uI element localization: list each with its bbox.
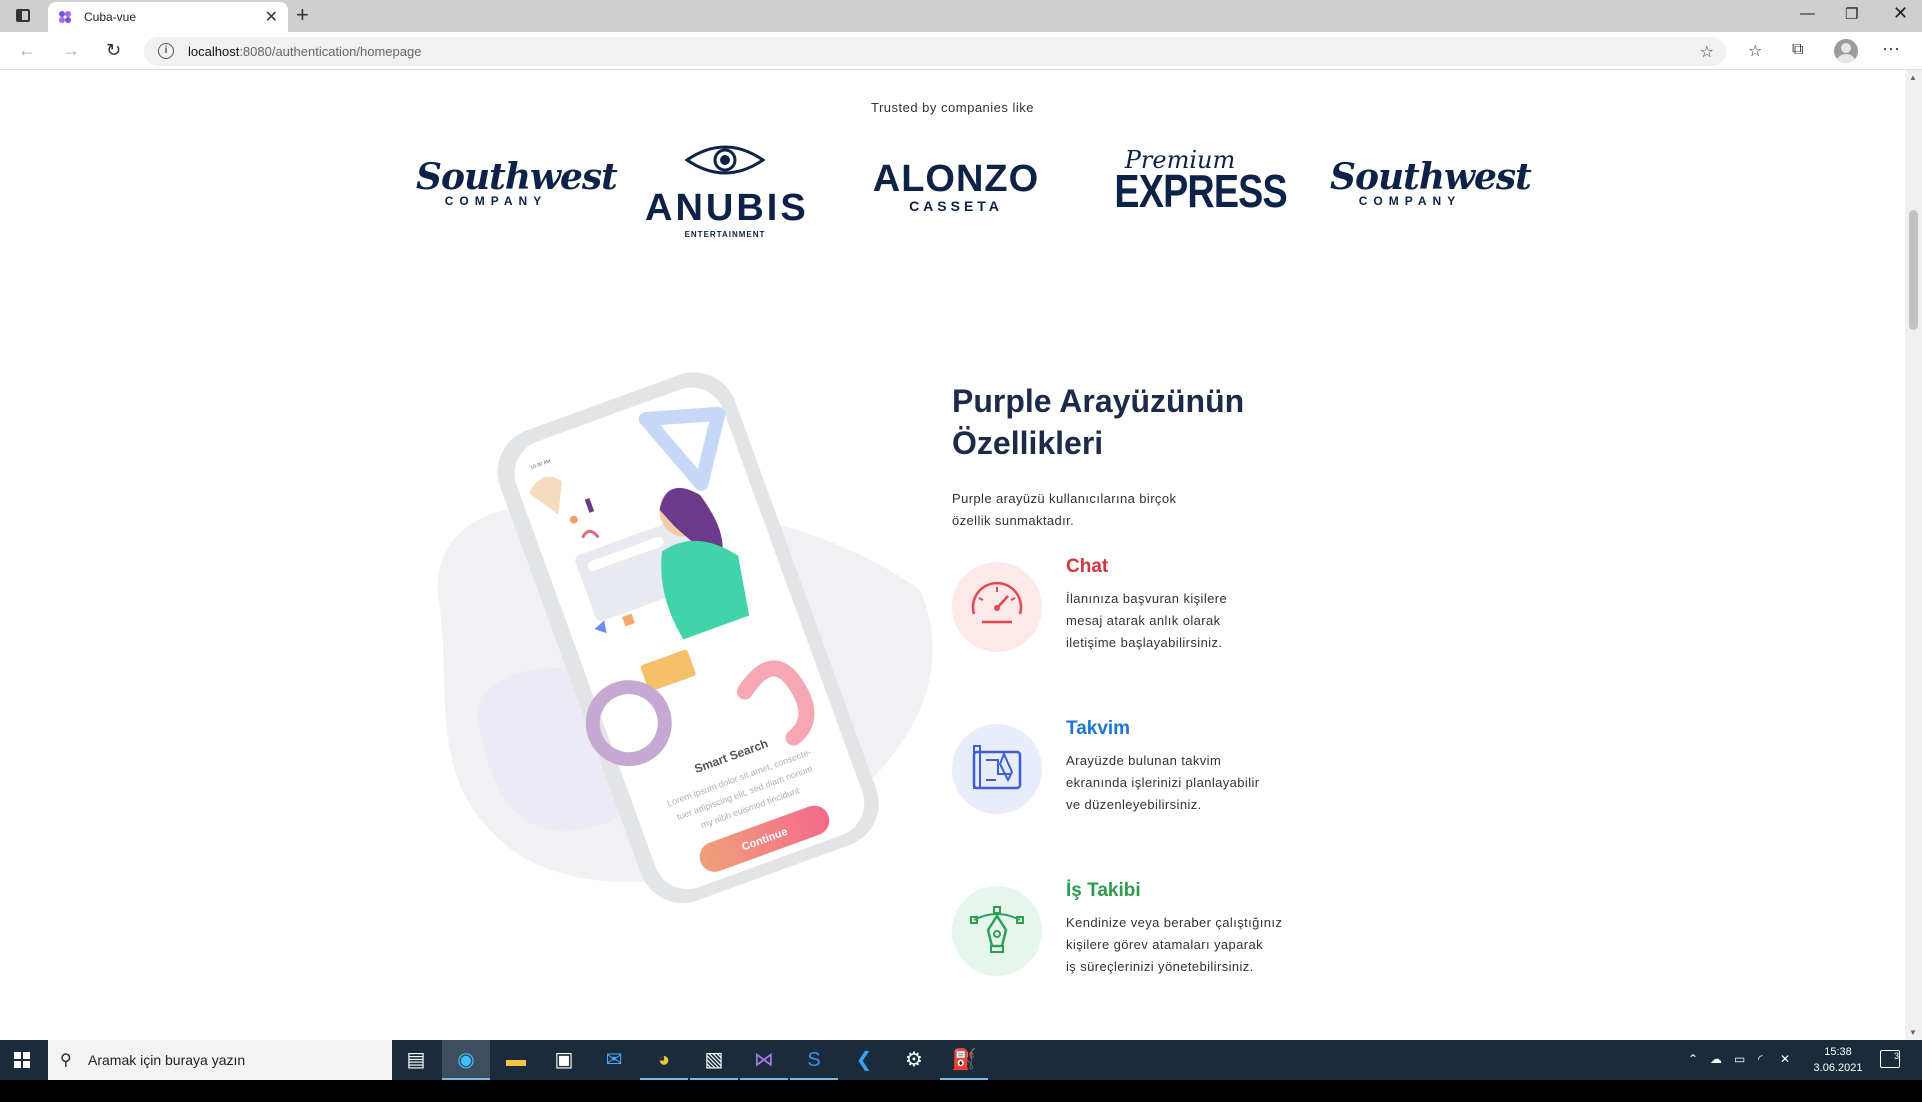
- phone-illustration-graphic: Smart Search Lorem ipsum dolor sit amet,…: [437, 372, 933, 903]
- express-logo-main: EXPRESS: [1114, 165, 1287, 217]
- features-title-line-1: Purple Arayüzünün: [952, 383, 1245, 419]
- feature-chat-text: İlanınıza başvuran kişilere mesaj atarak…: [1066, 588, 1316, 654]
- page-scrollbar[interactable]: ▲ ▼: [1905, 70, 1922, 1040]
- windows-taskbar: ⚲ Aramak için buraya yazın ▤ ◉ ▬ ▣ ✉ ◕ ▧…: [0, 1040, 1922, 1080]
- anubis-logo: ANUBIS ENTERTAINMENT: [645, 140, 809, 240]
- settings-icon[interactable]: ⚙: [890, 1040, 938, 1080]
- anubis-logo-sub: ENTERTAINMENT: [684, 230, 766, 239]
- clock-time: 15:38: [1824, 1046, 1852, 1058]
- scroll-thumb[interactable]: [1909, 210, 1918, 330]
- notification-center-icon[interactable]: 3: [1880, 1050, 1900, 1068]
- feature-calendar: Takvim Arayüzde bulunan takvim ekranında…: [952, 718, 1352, 834]
- features-desc-line-2: özellik sunmaktadır.: [952, 513, 1075, 528]
- tab-actions-icon[interactable]: [16, 9, 30, 22]
- taskbar-search[interactable]: ⚲ Aramak için buraya yazın: [48, 1040, 392, 1080]
- visual-studio-icon[interactable]: ⋈: [740, 1040, 788, 1080]
- features-desc-line-1: Purple arayüzü kullanıcılarına birçok: [952, 491, 1177, 506]
- task-view-icon[interactable]: ▤: [392, 1040, 440, 1080]
- vscode-icon[interactable]: ❮: [840, 1040, 888, 1080]
- blueprint-icon: [952, 724, 1042, 814]
- express-logo: Premium EXPRESS: [1100, 140, 1287, 240]
- url-path: :8080/authentication/homepage: [239, 44, 422, 59]
- tray-chevron-icon[interactable]: ⌃: [1688, 1052, 1698, 1066]
- close-window-button[interactable]: ✕: [1893, 3, 1908, 24]
- southwest-logo-2-main: Southwest: [1330, 156, 1532, 198]
- feature-chat-line-1: İlanınıza başvuran kişilere: [1066, 591, 1228, 606]
- speedometer-icon: [952, 562, 1042, 652]
- feature-tracking-line-1: Kendinize veya beraber çalıştığınız: [1066, 915, 1283, 930]
- alonzo-logo: ALONZO CASSETA: [871, 140, 1041, 240]
- chrome-icon[interactable]: ◕: [640, 1040, 688, 1080]
- feature-chat-line-2: mesaj atarak anlık olarak: [1066, 613, 1221, 628]
- screen-bottom-edge: [0, 1080, 1922, 1102]
- feature-calendar-line-3: ve düzenleyebilirsiniz.: [1066, 797, 1202, 812]
- feature-calendar-line-2: ekranında işlerinizi planlayabilir: [1066, 775, 1260, 790]
- address-toolbar: ← → ↻ i localhost:8080/authentication/ho…: [0, 32, 1922, 70]
- add-favorite-icon[interactable]: ☆: [1700, 42, 1714, 62]
- favorites-icon[interactable]: ☆: [1748, 41, 1762, 61]
- eye-icon: [684, 145, 766, 175]
- feature-calendar-text: Arayüzde bulunan takvim ekranında işleri…: [1066, 750, 1316, 816]
- feature-calendar-title: Takvim: [1066, 718, 1131, 739]
- trusted-label: Trusted by companies like: [870, 100, 1035, 115]
- features-description: Purple arayüzü kullanıcılarına birçok öz…: [952, 488, 1232, 532]
- mail-icon[interactable]: ✉: [590, 1040, 638, 1080]
- search-icon: ⚲: [60, 1052, 72, 1069]
- feature-tracking-text: Kendinize veya beraber çalıştığınız kişi…: [1066, 912, 1316, 978]
- phone-illustration: Smart Search Lorem ipsum dolor sit amet,…: [420, 350, 940, 910]
- restore-button[interactable]: ❐: [1845, 5, 1858, 23]
- taskbar-clock[interactable]: 15:38 3.06.2021: [1808, 1044, 1868, 1076]
- edge-icon[interactable]: ◉: [442, 1040, 490, 1080]
- browser-tab[interactable]: Cuba-vue ✕: [48, 2, 288, 32]
- feature-calendar-line-1: Arayüzde bulunan takvim: [1066, 753, 1222, 768]
- page-viewport: Trusted by companies like Southwest COMP…: [0, 70, 1922, 1040]
- clock-date: 3.06.2021: [1813, 1062, 1863, 1074]
- scroll-up-icon[interactable]: ▲: [1909, 73, 1917, 82]
- address-bar[interactable]: i localhost:8080/authentication/homepage…: [144, 37, 1726, 66]
- scroll-down-icon[interactable]: ▼: [1909, 1028, 1917, 1037]
- reload-icon[interactable]: ↻: [106, 40, 121, 61]
- anubis-logo-main: ANUBIS: [645, 187, 809, 229]
- tab-close-icon[interactable]: ✕: [265, 7, 278, 27]
- features-title: Purple Arayüzünün Özellikleri: [952, 380, 1312, 464]
- file-explorer-icon[interactable]: ▬: [492, 1040, 540, 1080]
- feature-chat: Chat İlanınıza başvuran kişilere mesaj a…: [952, 556, 1352, 672]
- alonzo-logo-main: ALONZO: [872, 158, 1040, 200]
- app-icon[interactable]: ⛽: [940, 1040, 988, 1080]
- volume-muted-icon[interactable]: ✕: [1780, 1052, 1790, 1066]
- pen-tool-icon: [952, 886, 1042, 976]
- feature-tracking-line-2: kişilere görev atamaları yaparak: [1066, 937, 1264, 952]
- onedrive-icon[interactable]: ☁: [1710, 1052, 1722, 1066]
- wifi-icon[interactable]: ◜: [1758, 1052, 1763, 1066]
- notification-count: 3: [1893, 1051, 1899, 1061]
- feature-chat-line-3: iletişime başlayabilirsiniz.: [1066, 635, 1223, 650]
- southwest-logo-main: Southwest: [416, 156, 618, 198]
- taskbar-search-placeholder: Aramak için buraya yazın: [88, 1052, 246, 1068]
- southwest-logo-2: Southwest COMPANY: [1330, 140, 1532, 240]
- feature-tracking: İş Takibi Kendinize veya beraber çalıştı…: [952, 880, 1352, 996]
- more-options-icon[interactable]: ···: [1882, 38, 1900, 59]
- profile-avatar[interactable]: [1834, 39, 1858, 63]
- url-text[interactable]: localhost:8080/authentication/homepage: [188, 44, 421, 59]
- forward-arrow-icon[interactable]: →: [62, 40, 80, 61]
- browser-tabbar: Cuba-vue ✕ + — ❐ ✕: [0, 0, 1922, 32]
- new-tab-button[interactable]: +: [296, 2, 309, 28]
- store-icon[interactable]: ▣: [540, 1040, 588, 1080]
- collections-icon[interactable]: ⧉: [1792, 41, 1803, 59]
- site-info-icon[interactable]: i: [158, 43, 174, 59]
- windows-start-icon[interactable]: [14, 1052, 30, 1068]
- battery-icon[interactable]: ▭: [1734, 1052, 1745, 1066]
- feature-chat-title: Chat: [1066, 556, 1109, 577]
- tab-title: Cuba-vue: [84, 10, 137, 24]
- sourcetree-icon[interactable]: S: [790, 1040, 838, 1080]
- photos-icon[interactable]: ▧: [690, 1040, 738, 1080]
- back-arrow-icon[interactable]: ←: [18, 40, 36, 61]
- southwest-logo: Southwest COMPANY: [416, 140, 618, 240]
- features-title-line-2: Özellikleri: [952, 425, 1104, 461]
- minimize-button[interactable]: —: [1800, 5, 1815, 22]
- cuba-favicon-icon: [59, 11, 71, 23]
- feature-tracking-title: İş Takibi: [1066, 880, 1141, 901]
- feature-tracking-line-3: iş süreçlerinizi yönetebilirsiniz.: [1066, 959, 1254, 974]
- url-host: localhost: [188, 44, 240, 59]
